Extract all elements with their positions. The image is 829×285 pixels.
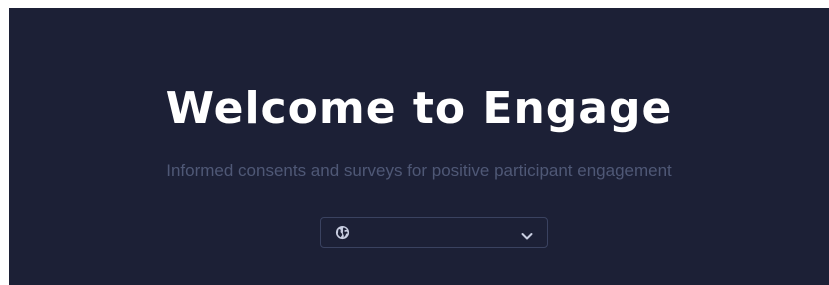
globe-icon: [335, 225, 350, 240]
chevron-down-icon: [521, 228, 533, 240]
page-title: Welcome to Engage: [165, 83, 673, 134]
language-select[interactable]: [320, 217, 548, 248]
welcome-panel: Welcome to Engage Informed consents and …: [9, 8, 829, 285]
page-subtitle: Informed consents and surveys for positi…: [166, 161, 672, 180]
